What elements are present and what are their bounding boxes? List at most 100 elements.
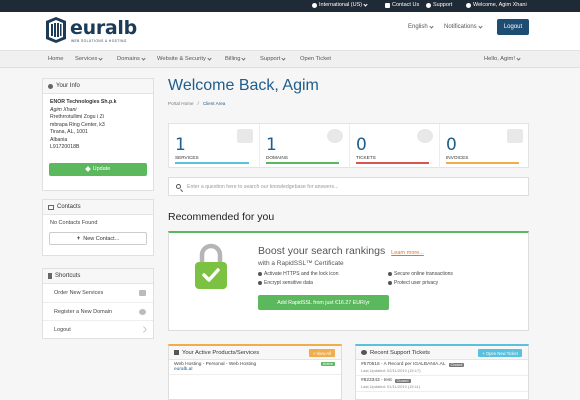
product-domain-link[interactable]: euralb.al xyxy=(174,367,336,372)
bookmark-icon xyxy=(48,273,52,279)
help-icon xyxy=(426,2,431,8)
folder-icon xyxy=(48,204,54,210)
status-badge: Closed xyxy=(448,362,465,367)
chevron-down-icon xyxy=(207,55,212,61)
pencil-icon xyxy=(84,166,91,172)
support-link[interactable]: Support xyxy=(426,2,452,8)
ticket-row[interactable]: #570615 - A Record per IGALBANIA.AL Clos… xyxy=(356,360,528,376)
globe-icon xyxy=(312,2,317,8)
shortcut-logout[interactable]: Logout xyxy=(43,320,153,338)
language-selector[interactable]: International (US) xyxy=(312,1,368,8)
stats-tiles: 1 SERVICES 1 DOMAINS 0 TICKETS 0 INVOICE… xyxy=(168,123,529,168)
plus-icon: + xyxy=(76,235,81,242)
stat-services[interactable]: 1 SERVICES xyxy=(169,124,259,168)
user-icon xyxy=(466,2,471,8)
ssl-promo: Boost your search rankings Learn more...… xyxy=(168,231,529,331)
active-products-header: Your Active Products/Services + View All xyxy=(169,346,341,360)
invoices-bar xyxy=(446,162,519,164)
stat-domains[interactable]: 1 DOMAINS xyxy=(259,124,349,168)
add-rapidssl-button[interactable]: Add RapidSSL from just €16.27 EUR/yr xyxy=(258,295,389,310)
chevron-down-icon xyxy=(281,55,286,61)
contacts-header: Contacts xyxy=(43,200,153,215)
your-info-panel: Your Info ENOR Technologies Sh.p.k Agim … xyxy=(42,78,154,191)
chevron-down-icon xyxy=(98,55,103,61)
globe-icon xyxy=(327,129,343,143)
feature-item: Activate HTTPS and the lock icon xyxy=(258,271,338,277)
nav-billing[interactable]: Billing xyxy=(225,55,247,62)
credit-card-icon xyxy=(507,129,523,143)
nav-user-menu[interactable]: Hello, Agim! xyxy=(484,55,521,62)
new-contact-button[interactable]: + New Contact... xyxy=(49,232,147,245)
nav-website-security[interactable]: Website & Security xyxy=(157,55,212,62)
status-badge: Active xyxy=(320,362,335,366)
top-bar: International (US) Contact Us Support We… xyxy=(0,0,580,12)
services-bar xyxy=(175,162,249,164)
chevron-down-icon xyxy=(478,23,483,29)
open-new-ticket-button[interactable]: + Open New Ticket xyxy=(478,349,522,357)
user-icon xyxy=(48,83,53,89)
comments-icon xyxy=(417,129,433,143)
update-button[interactable]: Update xyxy=(49,162,147,176)
view-all-button[interactable]: + View All xyxy=(309,349,335,357)
breadcrumb-client-area[interactable]: Client Area xyxy=(203,101,225,106)
chevron-down-icon xyxy=(516,55,521,61)
nav-open-ticket[interactable]: Open Ticket xyxy=(300,56,331,62)
feature-item: Encrypt sensitive data xyxy=(258,280,313,286)
nav-services[interactable]: Services xyxy=(75,55,103,62)
chevron-down-icon xyxy=(363,1,368,7)
domains-bar xyxy=(266,162,339,164)
notifications-menu[interactable]: Notifications xyxy=(444,23,483,30)
language-menu[interactable]: English xyxy=(408,23,434,30)
check-circle-icon xyxy=(388,281,392,285)
nav-home[interactable]: Home xyxy=(48,56,63,62)
recommended-title: Recommended for you xyxy=(168,211,275,223)
welcome-user-link[interactable]: Welcome, Agim Xhani xyxy=(466,2,527,8)
check-circle-icon xyxy=(258,281,262,285)
padlock-icon xyxy=(195,243,227,289)
promo-headline: Boost your search rankings Learn more... xyxy=(258,245,424,257)
cube-icon xyxy=(237,129,253,143)
ticket-row[interactable]: #823343 - test Closed Last Updated: 01/1… xyxy=(356,376,528,392)
shortcuts-header: Shortcuts xyxy=(43,269,153,284)
cube-icon xyxy=(174,350,179,355)
globe-icon xyxy=(139,308,146,315)
comments-icon xyxy=(361,350,367,355)
stat-invoices[interactable]: 0 INVOICES xyxy=(439,124,529,168)
search-icon xyxy=(176,184,181,189)
cart-icon xyxy=(139,290,146,296)
main-nav: Home Services Domains Website & Security… xyxy=(0,50,580,68)
logo[interactable]: euralb WEB SOLUTIONS & HOSTING xyxy=(44,16,139,46)
arrow-right-icon xyxy=(139,325,148,334)
logout-button[interactable]: Logout xyxy=(497,19,529,35)
logo-mark-icon xyxy=(46,17,66,43)
your-info-details: ENOR Technologies Sh.p.k Agim Xhani Rret… xyxy=(50,99,117,150)
page-title: Welcome Back, Agim xyxy=(168,77,319,94)
nav-support[interactable]: Support xyxy=(260,55,286,62)
learn-more-link[interactable]: Learn more... xyxy=(391,250,424,256)
breadcrumb-portal-home[interactable]: Portal Home xyxy=(168,101,194,106)
nav-domains[interactable]: Domains xyxy=(117,55,146,62)
chevron-down-icon xyxy=(429,23,434,29)
contact-us-link[interactable]: Contact Us xyxy=(385,2,419,8)
feature-item: Protect user privacy xyxy=(388,280,438,286)
tickets-bar xyxy=(356,162,429,164)
promo-subtitle: with a RapidSSL™ Certificate xyxy=(258,260,344,267)
chevron-down-icon xyxy=(241,55,247,61)
shortcut-register-domain[interactable]: Register a New Domain xyxy=(43,302,153,320)
contacts-panel: Contacts No Contacts Found + New Contact… xyxy=(42,199,154,256)
shortcuts-list: Order New Services Register a New Domain… xyxy=(43,284,153,338)
envelope-icon xyxy=(385,2,390,8)
product-row[interactable]: Web Hosting - Personal - Web Hosting Act… xyxy=(169,360,341,375)
shortcuts-panel: Shortcuts Order New Services Register a … xyxy=(42,268,154,339)
stat-tickets[interactable]: 0 TICKETS xyxy=(349,124,439,168)
active-products-panel: Your Active Products/Services + View All… xyxy=(168,344,342,400)
knowledgebase-search-input[interactable]: Enter a question here to search our know… xyxy=(168,177,529,196)
check-circle-icon xyxy=(388,272,392,276)
header: euralb WEB SOLUTIONS & HOSTING English N… xyxy=(0,12,580,50)
no-contacts-text: No Contacts Found xyxy=(50,220,98,226)
check-circle-icon xyxy=(258,272,262,276)
breadcrumb: Portal Home / Client Area xyxy=(168,101,226,106)
chevron-down-icon xyxy=(141,55,146,61)
shortcut-order-new-services[interactable]: Order New Services xyxy=(43,284,153,302)
feature-item: Secure online transactions xyxy=(388,271,453,277)
